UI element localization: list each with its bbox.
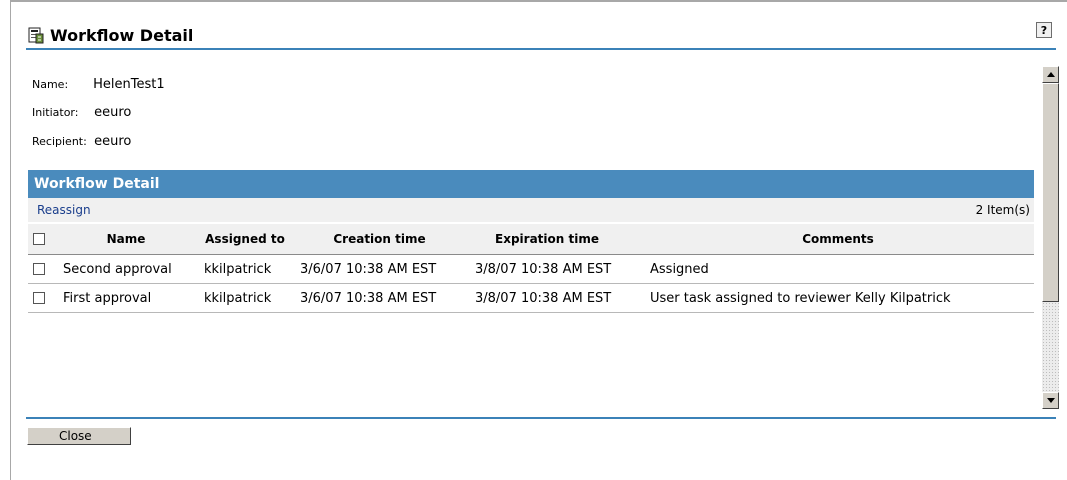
help-icon[interactable]: ?	[1036, 22, 1052, 38]
scrollbar-thumb[interactable]	[1042, 83, 1059, 302]
workflow-icon	[28, 26, 44, 44]
cell-name[interactable]: First approval	[63, 284, 151, 312]
row-checkbox-cell	[33, 255, 45, 283]
cell-assigned-to: kkilpatrick	[204, 290, 272, 306]
reassign-link[interactable]: Reassign	[37, 198, 91, 222]
initiator-label: Initiator:	[32, 106, 79, 119]
arrow-down-icon[interactable]	[1042, 392, 1059, 409]
cell-expiration-time: 3/8/07 10:38 AM EST	[475, 290, 612, 306]
footer-divider	[26, 417, 1056, 419]
cell-creation-time: 3/6/07 10:38 AM EST	[300, 261, 437, 277]
close-button[interactable]: Close	[27, 427, 131, 445]
item-count: 2 Item(s)	[975, 203, 1030, 217]
column-header-comments[interactable]: Comments	[646, 224, 1030, 254]
recipient-row: Recipient: eeuro	[32, 134, 131, 149]
column-header-name[interactable]: Name	[61, 224, 191, 254]
initiator-row: Initiator: eeuro	[32, 105, 131, 120]
table-row[interactable]: First approval kkilpatrick 3/6/07 10:38 …	[28, 284, 1034, 313]
section-header: Workflow Detail	[28, 170, 1034, 198]
table-row[interactable]: Second approval kkilpatrick 3/6/07 10:38…	[28, 255, 1034, 284]
column-header-creation-time[interactable]: Creation time	[297, 224, 462, 254]
cell-creation-time: 3/6/07 10:38 AM EST	[300, 290, 437, 306]
cell-comments: Assigned	[650, 261, 709, 277]
name-row: Name: HelenTest1	[32, 77, 165, 92]
select-all-checkbox[interactable]	[33, 233, 45, 245]
window-left-border	[10, 0, 11, 480]
name-label: Name:	[32, 78, 69, 91]
cell-expiration-time: 3/8/07 10:38 AM EST	[475, 261, 612, 277]
row-checkbox-cell	[33, 284, 45, 312]
row-checkbox[interactable]	[33, 292, 45, 304]
column-header-expiration-time[interactable]: Expiration time	[462, 224, 632, 254]
initiator-value: eeuro	[94, 105, 132, 120]
column-header-assigned-to[interactable]: Assigned to	[200, 224, 290, 254]
row-checkbox[interactable]	[33, 263, 45, 275]
window-top-border	[10, 0, 1067, 2]
vertical-scrollbar[interactable]	[1042, 66, 1059, 409]
scrollbar-track[interactable]	[1042, 302, 1059, 392]
name-value: HelenTest1	[93, 77, 165, 92]
select-all-cell	[33, 224, 45, 254]
arrow-up-icon[interactable]	[1042, 66, 1059, 83]
title-bar: Workflow Detail	[28, 22, 193, 48]
page-title: Workflow Detail	[50, 25, 194, 45]
cell-name[interactable]: Second approval	[63, 255, 172, 283]
recipient-label: Recipient:	[32, 135, 87, 148]
cell-assigned-to: kkilpatrick	[204, 261, 272, 277]
action-bar: Reassign 2 Item(s)	[28, 198, 1034, 222]
title-divider	[26, 48, 1056, 50]
recipient-value: eeuro	[94, 134, 132, 149]
table-header: Name Assigned to Creation time Expiratio…	[28, 224, 1034, 255]
cell-comments: User task assigned to reviewer Kelly Kil…	[650, 290, 951, 306]
